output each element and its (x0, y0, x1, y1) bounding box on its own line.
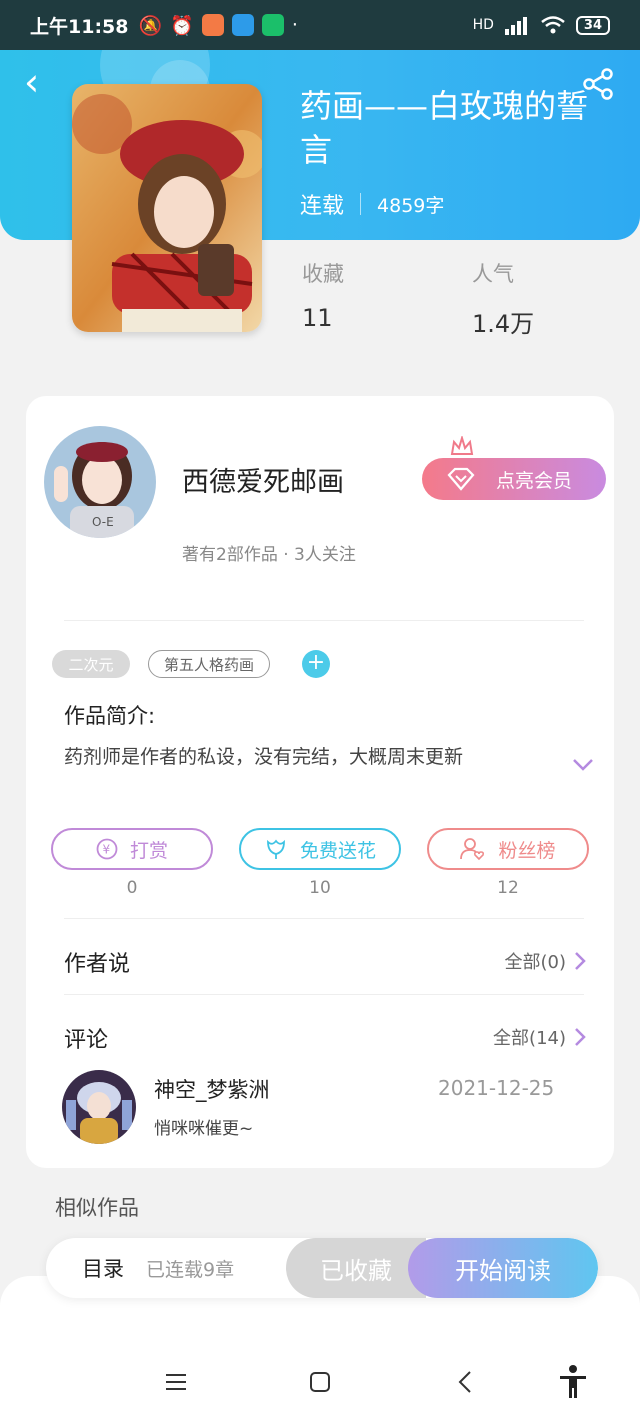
divider (64, 620, 584, 621)
author-meta: 著有2部作品 · 3人关注 (182, 545, 356, 565)
comment-avatar[interactable] (62, 1070, 136, 1144)
flower-count: 10 (309, 878, 331, 898)
send-flower-button[interactable]: 免费送花 (239, 828, 401, 870)
user-heart-icon (460, 838, 485, 861)
book-detail-card: O-E 西德爱死邮画 著有2部作品 · 3人关注 点亮会员 二次元 第五人格药画… (26, 396, 614, 1168)
back-icon[interactable]: ‹ (24, 63, 54, 102)
comment-text: 悄咪咪催更~ (154, 1119, 254, 1139)
more-notifications-icon: · (291, 14, 298, 36)
bottom-action-bar: 目录 已连载9章 已收藏 开始阅读 (46, 1238, 598, 1298)
battery-indicator: 34 (575, 15, 610, 35)
add-tag-icon[interactable]: + (302, 650, 330, 678)
signal-icon (504, 17, 527, 35)
similar-works-title: 相似作品 (55, 1196, 139, 1220)
send-flower-label: 免费送花 (299, 839, 376, 862)
tip-count: 0 (126, 878, 138, 898)
book-title: 药画——白玫瑰的誓言 (300, 87, 589, 169)
cloud-app-icon (231, 14, 254, 36)
chevron-down-icon[interactable] (572, 758, 594, 772)
svg-text:¥: ¥ (102, 843, 110, 857)
divider (64, 918, 584, 919)
mute-icon: 🔕 (138, 14, 163, 37)
alarm-icon: ⏰ (170, 14, 194, 37)
wifi-icon (541, 16, 565, 34)
comment-username[interactable]: 神空_梦紫洲 (154, 1074, 270, 1104)
tip-button[interactable]: ¥ 打赏 (51, 828, 213, 870)
author-avatar[interactable]: O-E (44, 426, 156, 538)
crown-icon (450, 436, 474, 455)
back-nav-icon[interactable] (452, 1368, 480, 1396)
comments-title: 评论 (64, 1028, 109, 1053)
menu-icon[interactable] (162, 1368, 190, 1396)
svg-text:O-E: O-E (92, 515, 114, 529)
network-label: HD (472, 17, 494, 33)
divider (64, 994, 584, 995)
stat-favorites: 收藏 11 (302, 262, 344, 332)
fan-ranking-button[interactable]: 粉丝榜 (427, 828, 589, 870)
author-says-title: 作者说 (64, 952, 131, 977)
favorited-button[interactable]: 已收藏 (286, 1238, 426, 1298)
tag-identity-v[interactable]: 第五人格药画 (148, 650, 270, 678)
flower-icon (267, 839, 285, 859)
vip-button-label: 点亮会员 (496, 469, 573, 492)
diamond-icon (447, 467, 475, 491)
toc-button[interactable]: 目录 (82, 1253, 124, 1283)
fan-ranking-label: 粉丝榜 (498, 839, 556, 862)
status-right: HD 34 (473, 15, 610, 35)
tag-anime[interactable]: 二次元 (52, 650, 130, 678)
stat-popularity: 人气 1.4万 (472, 262, 535, 338)
yen-icon: ¥ (96, 838, 118, 860)
comment-date: 2021-12-25 (438, 1076, 555, 1100)
status-icons: 🔕 ⏰ · (138, 14, 298, 37)
shield-app-icon (261, 14, 284, 36)
author-name[interactable]: 西德爱死邮画 (182, 460, 344, 499)
chevron-right-icon (575, 952, 586, 970)
fan-count: 12 (497, 878, 519, 898)
tip-label: 打赏 (129, 839, 168, 862)
home-icon[interactable] (306, 1368, 334, 1396)
chevron-right-icon (575, 1028, 586, 1046)
author-says-all-link[interactable]: 全部(0) (505, 948, 587, 974)
word-count: 4859字 (377, 194, 445, 217)
intro-text: 药剂师是作者的私设，没有完结，大概周末更新 (64, 746, 464, 768)
book-cover[interactable] (72, 84, 262, 332)
accessibility-icon[interactable] (558, 1364, 588, 1400)
status-bar: 上午11:58 🔕 ⏰ · HD 34 (0, 0, 640, 50)
comments-all-link[interactable]: 全部(14) (493, 1024, 586, 1050)
book-status: 连载 (300, 194, 345, 219)
intro-title: 作品简介: (64, 704, 156, 728)
chapter-count: 已连载9章 (146, 1258, 235, 1281)
system-nav-bar (0, 1352, 640, 1412)
start-reading-button[interactable]: 开始阅读 (408, 1238, 598, 1298)
vip-button[interactable]: 点亮会员 (422, 458, 606, 500)
status-time: 上午11:58 (30, 15, 129, 38)
app-notification-icon (201, 14, 224, 36)
book-meta: 连载 4859字 (300, 188, 444, 220)
